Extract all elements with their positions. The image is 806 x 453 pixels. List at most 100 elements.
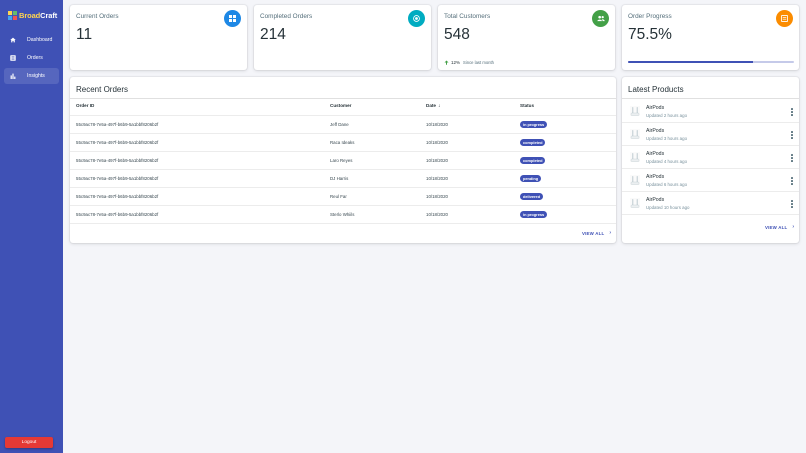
order-id-cell: 55c9ac78-7e5a-497f-b6b9-5a1bbf8206b2f <box>70 169 330 188</box>
order-progress-bar <box>628 61 794 63</box>
product-updated: Updated 6 hours ago <box>646 181 688 187</box>
grid-icon <box>224 10 241 27</box>
product-updated: Updated 2 hours ago <box>646 112 688 118</box>
product-name: AirPods <box>646 104 665 111</box>
airpods-thumbnail <box>630 198 640 208</box>
list-icon <box>10 55 16 61</box>
recent-orders-title: Recent Orders <box>76 85 129 94</box>
column-header-date[interactable]: Date ↓ <box>426 97 520 116</box>
date-cell: 10/18/2020 <box>426 205 520 224</box>
sidebar-item-dashboard[interactable]: Dashboard <box>4 32 59 48</box>
customer-cell: Raca Ideaks <box>330 133 426 152</box>
order-id-cell: 55c9ac78-7e5a-497f-b6b9-5a1bbf8206b2f <box>70 205 330 224</box>
stat-value: 214 <box>260 26 286 43</box>
logout-button[interactable]: Logout <box>5 437 53 448</box>
customer-cell: Reul Far <box>330 187 426 206</box>
status-badge: in progress <box>520 120 548 128</box>
more-vert-icon[interactable] <box>791 108 793 116</box>
customers-change: 12% Since last month <box>444 60 494 65</box>
product-name: AirPods <box>646 173 665 180</box>
date-cell: 10/18/2020 <box>426 169 520 188</box>
status-badge: completed <box>520 138 546 146</box>
status-badge: in progress <box>520 210 548 218</box>
product-updated: Updated 3 hours ago <box>646 135 688 141</box>
product-updated: Updated 10 hours ago <box>646 204 690 210</box>
sidebar-item-label: Dashboard <box>27 37 53 43</box>
column-header-customer: Customer <box>330 97 426 116</box>
customer-cell: Laro Reyes <box>330 151 426 170</box>
product-name: AirPods <box>646 150 665 157</box>
products-view-all-button[interactable]: VIEW ALL › <box>765 224 794 230</box>
brand-name: BroadCraft <box>19 11 58 20</box>
customer-cell: Sterlo Whiils <box>330 205 426 224</box>
stat-value: 548 <box>444 26 470 43</box>
order-id-cell: 55c9ac78-7e5a-497f-b6b9-5a1bbf8206b2f <box>70 115 330 134</box>
people-icon <box>592 10 609 27</box>
latest-products-card: Latest Products AirPods Updated 2 hours … <box>622 77 799 243</box>
status-badge: completed <box>520 156 546 164</box>
product-updated: Updated 4 hours ago <box>646 158 688 164</box>
airpods-thumbnail <box>630 106 640 116</box>
arrow-up-icon <box>444 60 449 65</box>
sort-down-icon[interactable]: ↓ <box>438 103 441 109</box>
date-cell: 10/18/2020 <box>426 133 520 152</box>
table-row[interactable]: 55c9ac78-7e5a-497f-b6b9-5a1bbf8206b2f DJ… <box>70 169 616 188</box>
table-row[interactable]: 55c9ac78-7e5a-497f-b6b9-5a1bbf8206b2f Je… <box>70 115 616 134</box>
table-row[interactable]: 55c9ac78-7e5a-497f-b6b9-5a1bbf8206b2f Ra… <box>70 133 616 152</box>
sidebar: BroadCraft Dashboard Orders Insights Log… <box>0 0 63 453</box>
list-box-icon <box>776 10 793 27</box>
status-badge: delivered <box>520 192 544 200</box>
table-row[interactable]: 55c9ac78-7e5a-497f-b6b9-5a1bbf8206b2f Re… <box>70 187 616 206</box>
sidebar-item-label: Insights <box>27 73 45 79</box>
stat-title: Current Orders <box>76 13 119 20</box>
bar-chart-icon <box>10 73 16 79</box>
sidebar-nav: Dashboard Orders Insights <box>0 32 63 84</box>
brand-logo-icon <box>8 11 17 20</box>
list-item[interactable]: AirPods Updated 3 hours ago <box>622 123 799 146</box>
sidebar-item-insights[interactable]: Insights <box>4 68 59 84</box>
airpods-thumbnail <box>630 129 640 139</box>
sidebar-item-orders[interactable]: Orders <box>4 50 59 66</box>
customer-cell: DJ Harris <box>330 169 426 188</box>
table-row[interactable]: 55c9ac78-7e5a-497f-b6b9-5a1bbf8206b2f La… <box>70 151 616 170</box>
list-item[interactable]: AirPods Updated 6 hours ago <box>622 169 799 192</box>
arrow-right-icon: › <box>609 230 612 236</box>
completed-orders-card: Completed Orders 214 <box>254 5 431 70</box>
status-badge: pending <box>520 174 542 182</box>
product-list: AirPods Updated 2 hours ago AirPods Upda… <box>622 100 799 215</box>
order-id-cell: 55c9ac78-7e5a-497f-b6b9-5a1bbf8206b2f <box>70 151 330 170</box>
more-vert-icon[interactable] <box>791 200 793 208</box>
list-item[interactable]: AirPods Updated 4 hours ago <box>622 146 799 169</box>
brand[interactable]: BroadCraft <box>0 0 63 22</box>
customer-cell: Jeff Dane <box>330 115 426 134</box>
current-orders-card: Current Orders 11 <box>70 5 247 70</box>
table-row[interactable]: 55c9ac78-7e5a-497f-b6b9-5a1bbf8206b2f St… <box>70 205 616 224</box>
airpods-thumbnail <box>630 152 640 162</box>
list-item[interactable]: AirPods Updated 2 hours ago <box>622 100 799 123</box>
stat-value: 75.5% <box>628 26 672 43</box>
airpods-thumbnail <box>630 175 640 185</box>
stat-title: Completed Orders <box>260 13 313 20</box>
more-vert-icon[interactable] <box>791 131 793 139</box>
divider <box>622 98 799 99</box>
order-id-cell: 55c9ac78-7e5a-497f-b6b9-5a1bbf8206b2f <box>70 133 330 152</box>
more-vert-icon[interactable] <box>791 177 793 185</box>
date-cell: 10/18/2020 <box>426 115 520 134</box>
change-percent: 12% <box>451 60 461 65</box>
column-header-order-id: Order ID <box>70 97 330 116</box>
total-customers-card: Total Customers 548 12% Since last month <box>438 5 615 70</box>
column-header-status: Status <box>520 97 616 116</box>
sidebar-item-label: Orders <box>27 55 43 61</box>
change-note: Since last month <box>463 60 494 65</box>
orders-view-all-button[interactable]: VIEW ALL › <box>582 230 611 236</box>
order-progress-card: Order Progress 75.5% <box>622 5 799 70</box>
more-vert-icon[interactable] <box>791 154 793 162</box>
date-cell: 10/18/2020 <box>426 187 520 206</box>
order-progress-fill <box>628 61 754 63</box>
latest-products-title: Latest Products <box>628 85 684 94</box>
list-item[interactable]: AirPods Updated 10 hours ago <box>622 192 799 215</box>
stat-value: 11 <box>76 26 93 43</box>
target-icon <box>408 10 425 27</box>
product-name: AirPods <box>646 127 665 134</box>
orders-table: Order ID Customer Date ↓ Status 55c9ac78-… <box>70 97 616 224</box>
